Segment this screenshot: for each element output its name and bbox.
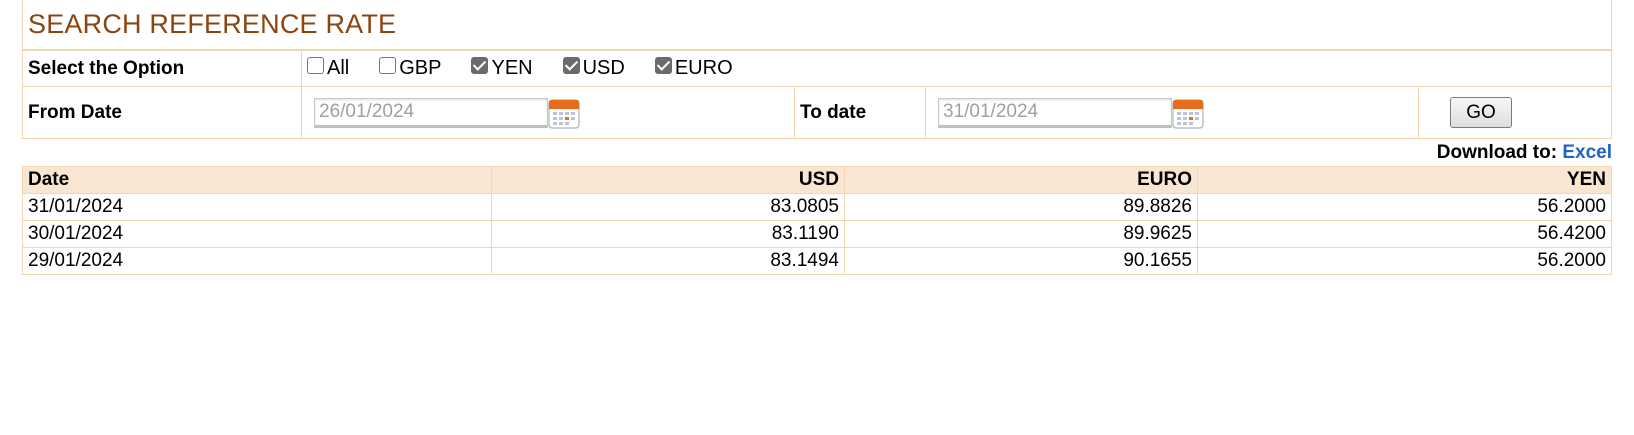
column-header-euro: EURO <box>844 166 1198 194</box>
cell-usd: 83.1494 <box>491 247 845 275</box>
download-label: Download to: <box>1436 142 1558 163</box>
reference-rate-table: Date USD EURO YEN 31/01/2024 83.0805 89.88… <box>22 166 1612 275</box>
checkbox-all[interactable]: All <box>307 57 349 80</box>
checkbox-label: All <box>327 57 350 79</box>
column-header-yen: YEN <box>1197 166 1612 194</box>
search-reference-rate-panel: SEARCH REFERENCE RATE Select the Option … <box>22 0 1612 275</box>
to-date-cell <box>925 86 1419 139</box>
title-row: SEARCH REFERENCE RATE <box>22 0 1612 50</box>
table-row: 29/01/2024 83.1494 90.1655 56.2000 <box>22 247 1612 275</box>
cell-usd: 83.1190 <box>491 220 845 248</box>
from-date-field <box>314 97 789 129</box>
checkbox-icon[interactable] <box>562 57 580 74</box>
to-date-label-cell: To date <box>794 86 926 139</box>
column-header-date: Date <box>22 166 492 194</box>
checkbox-icon[interactable] <box>379 57 397 74</box>
checkbox-yen[interactable]: YEN <box>471 57 533 80</box>
from-date-label: From Date <box>28 101 122 123</box>
calendar-icon[interactable] <box>1172 97 1204 129</box>
excel-download-link[interactable]: Excel <box>1562 142 1612 163</box>
search-form: Select the Option All GBP YEN USD EURO From … <box>22 50 1612 139</box>
to-date-field <box>938 97 1413 129</box>
table-row: 30/01/2024 83.1190 89.9625 56.4200 <box>22 220 1612 248</box>
option-label-cell: Select the Option <box>22 50 302 87</box>
column-header-usd: USD <box>491 166 845 194</box>
cell-date: 31/01/2024 <box>22 193 492 221</box>
option-checkboxes-cell: All GBP YEN USD EURO <box>301 50 1612 87</box>
table-header-row: Date USD EURO YEN <box>22 166 1612 194</box>
checkbox-gbp[interactable]: GBP <box>379 57 441 80</box>
from-date-label-cell: From Date <box>22 86 302 139</box>
checkbox-icon[interactable] <box>307 57 324 74</box>
from-date-input[interactable] <box>314 97 548 128</box>
checkbox-icon[interactable] <box>471 57 489 74</box>
currency-checkbox-group: All GBP YEN USD EURO <box>307 57 1606 80</box>
download-bar: Download to: Excel <box>22 139 1612 166</box>
go-button[interactable]: GO <box>1450 97 1512 128</box>
checkbox-icon[interactable] <box>654 57 672 74</box>
checkbox-euro[interactable]: EURO <box>654 57 733 80</box>
select-option-label: Select the Option <box>28 57 185 79</box>
cell-date: 30/01/2024 <box>22 220 492 248</box>
checkbox-usd[interactable]: USD <box>562 57 625 80</box>
cell-yen: 56.2000 <box>1197 247 1612 275</box>
option-row: Select the Option All GBP YEN USD EURO <box>22 50 1612 87</box>
table-body: 31/01/2024 83.0805 89.8826 56.2000 30/01/202… <box>22 193 1612 275</box>
from-date-cell <box>301 86 795 139</box>
go-cell: GO <box>1418 86 1612 139</box>
cell-euro: 89.9625 <box>844 220 1198 248</box>
checkbox-label: USD <box>582 57 625 79</box>
page-title: SEARCH REFERENCE RATE <box>28 9 397 39</box>
cell-euro: 90.1655 <box>844 247 1198 275</box>
to-date-input[interactable] <box>938 97 1172 128</box>
checkbox-label: YEN <box>491 57 533 79</box>
date-row: From Date 26/01/2024 To date 31/01/2024 … <box>22 86 1612 139</box>
cell-yen: 56.4200 <box>1197 220 1612 248</box>
to-date-label: To date <box>800 101 867 123</box>
cell-usd: 83.0805 <box>491 193 845 221</box>
checkbox-label: GBP <box>399 57 442 79</box>
cell-yen: 56.2000 <box>1197 193 1612 221</box>
calendar-icon[interactable] <box>548 97 580 129</box>
cell-date: 29/01/2024 <box>22 247 492 275</box>
cell-euro: 89.8826 <box>844 193 1198 221</box>
table-row: 31/01/2024 83.0805 89.8826 56.2000 <box>22 193 1612 221</box>
checkbox-label: EURO <box>674 57 733 79</box>
